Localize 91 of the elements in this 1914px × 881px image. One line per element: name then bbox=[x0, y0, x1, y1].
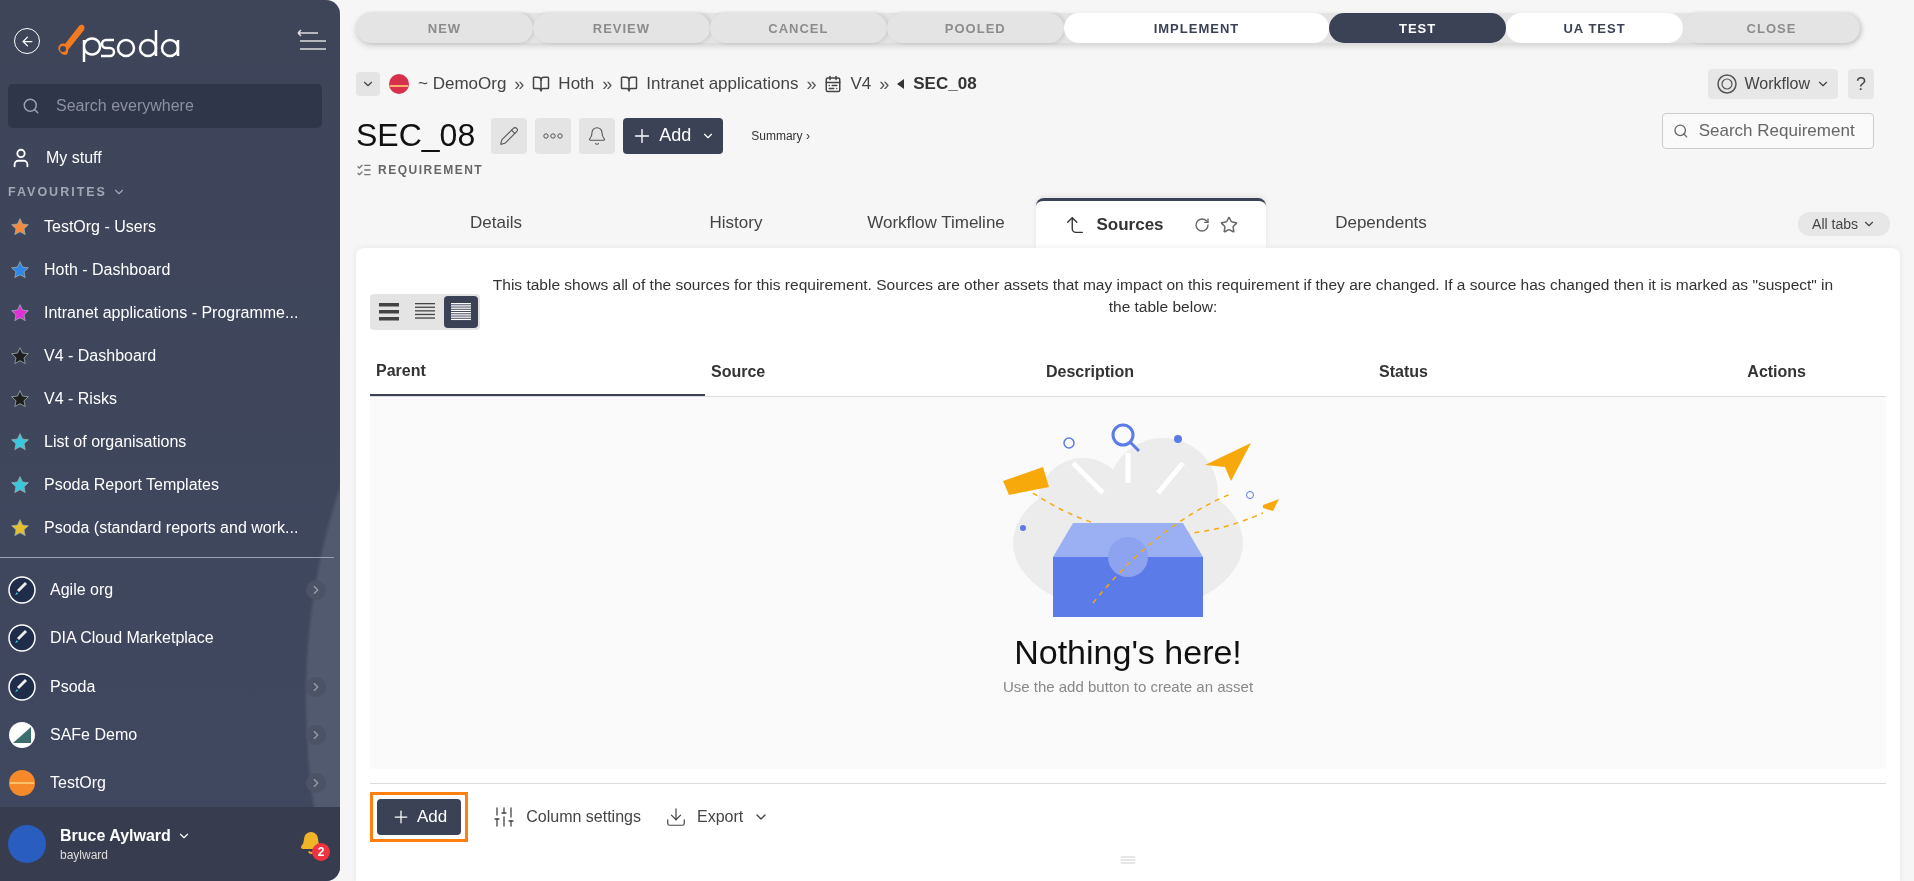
favourite-link[interactable]: TestOrg - Users bbox=[0, 205, 340, 248]
board-icon bbox=[824, 75, 843, 93]
search-input[interactable]: Search Requirement bbox=[1696, 120, 1863, 142]
add-button[interactable]: Add bbox=[623, 117, 724, 154]
user-menu-button[interactable]: Bruce Aylward bbox=[60, 826, 191, 845]
all-tabs-button[interactable]: All tabs bbox=[1798, 212, 1890, 236]
chevron-right-icon[interactable] bbox=[306, 772, 326, 793]
breadcrumb-separator: » bbox=[879, 73, 890, 95]
favourite-link[interactable]: Intranet applications - Programme... bbox=[0, 291, 340, 334]
organisation-link[interactable]: Psoda bbox=[0, 662, 340, 711]
more-icon bbox=[543, 132, 564, 139]
tab[interactable]: Details bbox=[356, 198, 636, 248]
search-field[interactable]: Search Requirement bbox=[1662, 113, 1874, 149]
breadcrumb-link[interactable]: Hoth bbox=[532, 74, 595, 94]
breadcrumb-link[interactable]: ~ DemoOrg bbox=[388, 73, 507, 95]
organisation-logo-icon bbox=[8, 720, 36, 749]
breadcrumb-link[interactable]: SEC_08 bbox=[897, 74, 977, 94]
bell-icon bbox=[587, 125, 608, 146]
caret-left-icon bbox=[897, 79, 906, 89]
asset-title: SEC_08 bbox=[356, 117, 476, 154]
organisation-link[interactable]: SAFe Demo bbox=[0, 710, 340, 759]
organisation-link[interactable]: Agile org bbox=[0, 566, 340, 615]
breadcrumb-link[interactable]: Intranet applications bbox=[620, 74, 799, 94]
empty-state-hint: Use the add button to create an asset bbox=[1002, 678, 1254, 695]
tab[interactable]: Sources bbox=[1036, 198, 1266, 248]
column-header[interactable]: Status bbox=[1373, 348, 1708, 396]
rows-icon bbox=[379, 303, 399, 321]
breadcrumb-separator: » bbox=[514, 73, 525, 95]
favourites-heading[interactable]: FAVOURITES bbox=[0, 179, 134, 205]
chevron-right-icon[interactable] bbox=[306, 724, 326, 745]
notification-count: 2 bbox=[312, 843, 330, 861]
avatar bbox=[8, 825, 46, 863]
tab[interactable]: Dependents bbox=[1266, 198, 1496, 248]
favourite-link[interactable]: Psoda Report Templates bbox=[0, 463, 340, 506]
rows-icon bbox=[415, 303, 435, 321]
tab[interactable]: Workflow Timeline bbox=[836, 198, 1036, 248]
favourite-link[interactable]: Psoda (standard reports and work... bbox=[0, 506, 340, 549]
breadcrumb-separator: » bbox=[602, 73, 613, 95]
username: baylward bbox=[60, 847, 110, 862]
chevron-right-icon[interactable] bbox=[306, 676, 326, 697]
tab[interactable]: History bbox=[636, 198, 836, 248]
export-button[interactable]: Export bbox=[664, 806, 770, 828]
rows-icon bbox=[451, 303, 471, 321]
breadcrumb-link[interactable]: V4 bbox=[824, 74, 872, 94]
search-input[interactable]: Search everywhere bbox=[54, 96, 308, 116]
column-header[interactable]: Description bbox=[1040, 348, 1373, 396]
checklist-icon bbox=[356, 162, 372, 178]
asset-type-label: REQUIREMENT bbox=[378, 163, 484, 177]
column-header[interactable]: Source bbox=[705, 348, 1040, 396]
empty-state-title: Nothing's here! bbox=[1014, 633, 1242, 672]
favourite-link[interactable]: List of organisations bbox=[0, 420, 340, 463]
star-icon bbox=[1219, 215, 1238, 234]
menu-button[interactable] bbox=[294, 29, 326, 53]
organisation-link[interactable]: DIA Cloud Marketplace bbox=[0, 614, 340, 663]
bell-button[interactable] bbox=[579, 117, 616, 154]
workflow-stage[interactable]: IMPLEMENT bbox=[1063, 13, 1330, 43]
description-text: This table shows all of the sources for this requirement. Sources are other assets that may impact on this requirement if they are changed. If a source has changed then it is marked as "suspect" in the table below: bbox=[491, 275, 1835, 317]
edit-button[interactable] bbox=[491, 117, 528, 154]
column-settings-button[interactable]: Column settings bbox=[492, 805, 641, 829]
favourite-link[interactable]: V4 - Risks bbox=[0, 377, 340, 420]
favourite-link[interactable]: Hoth - Dashboard bbox=[0, 248, 340, 291]
workflow-stage[interactable]: TEST bbox=[1329, 13, 1507, 43]
my-stuff-link[interactable]: My stuff bbox=[0, 136, 340, 179]
pencil-icon bbox=[499, 125, 520, 146]
organisation-logo-icon bbox=[8, 768, 36, 797]
summary-link[interactable]: Summary › bbox=[751, 128, 810, 143]
search-icon bbox=[22, 97, 40, 115]
add-button[interactable]: Add bbox=[377, 799, 462, 835]
book-icon bbox=[532, 75, 551, 93]
workflow-stage[interactable]: UA TEST bbox=[1506, 13, 1684, 43]
organisation-logo-icon bbox=[8, 576, 36, 605]
resize-handle-icon[interactable] bbox=[1121, 856, 1135, 866]
view-mode-button[interactable] bbox=[444, 296, 478, 328]
search-icon bbox=[1673, 122, 1689, 140]
organisation-link[interactable]: TestOrg bbox=[0, 758, 340, 807]
breadcrumb-separator: » bbox=[806, 73, 817, 95]
organisation-logo-icon bbox=[8, 624, 36, 653]
organisation-logo-icon bbox=[388, 73, 410, 95]
more-button[interactable] bbox=[535, 117, 572, 154]
workflow-button[interactable]: Workflow bbox=[1708, 69, 1838, 99]
book-icon bbox=[620, 75, 639, 93]
refresh-icon bbox=[1193, 216, 1210, 233]
chevron-right-icon[interactable] bbox=[306, 580, 326, 601]
menu-icon bbox=[294, 29, 326, 51]
help-button[interactable]: ? bbox=[1848, 69, 1874, 99]
favourite-link[interactable]: V4 - Dashboard bbox=[0, 334, 340, 377]
download-icon bbox=[664, 806, 687, 828]
organisation-logo-icon bbox=[8, 672, 36, 701]
search-field[interactable]: Search everywhere bbox=[8, 84, 322, 128]
dropdown-button[interactable] bbox=[356, 72, 380, 96]
column-header[interactable]: Actions bbox=[1708, 348, 1886, 396]
